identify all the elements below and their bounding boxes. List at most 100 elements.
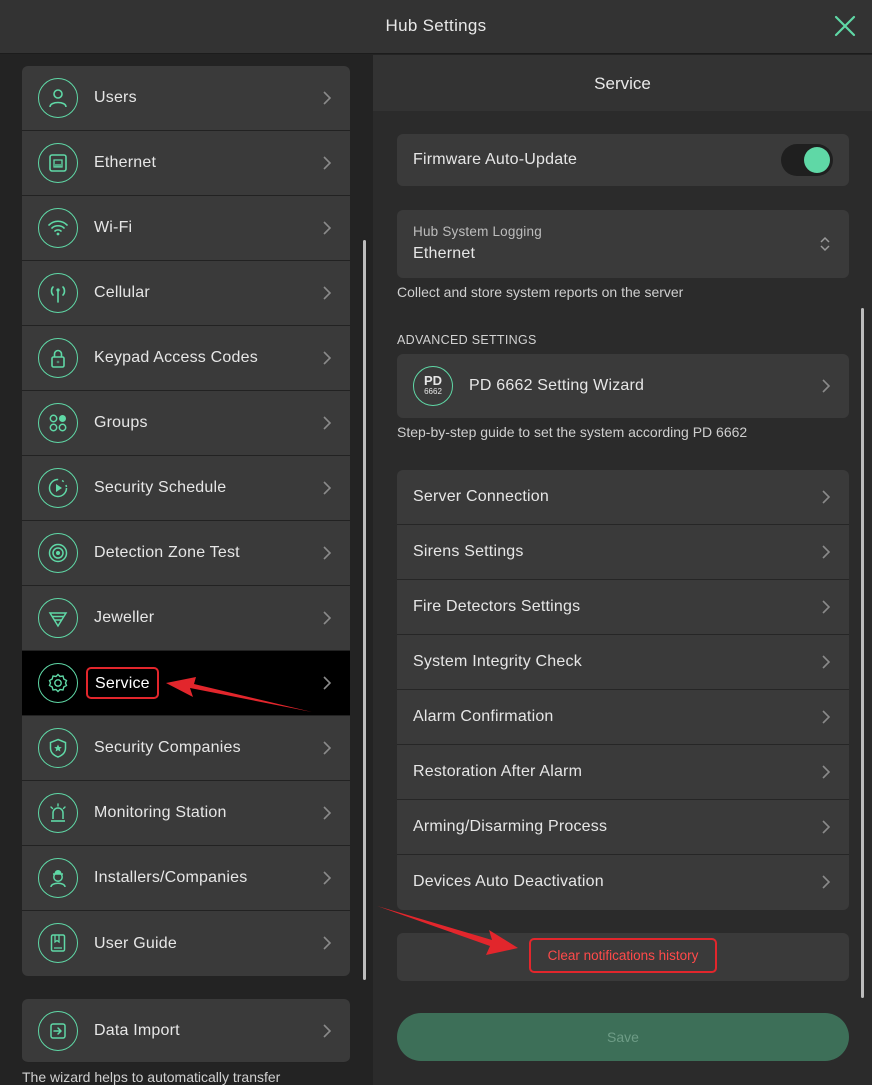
groups-icon <box>38 403 78 443</box>
list-item-label: Restoration After Alarm <box>413 763 583 780</box>
list-item-alarm-confirmation[interactable]: Alarm Confirmation <box>397 690 849 745</box>
gear-icon <box>38 663 78 703</box>
detection-zone-icon <box>38 533 78 573</box>
sidebar-item-label: Installers/Companies <box>94 869 248 886</box>
sidebar-scrollbar[interactable] <box>363 240 366 980</box>
save-button[interactable]: Save <box>397 1013 849 1061</box>
firmware-auto-update-toggle[interactable] <box>781 144 833 176</box>
shield-star-icon <box>38 728 78 768</box>
pd-6662-wizard-note: Step-by-step guide to set the system acc… <box>397 424 748 440</box>
chevron-right-icon <box>822 820 831 834</box>
list-item-label: Sirens Settings <box>413 543 524 560</box>
list-item-label: System Integrity Check <box>413 653 582 670</box>
siren-icon <box>38 793 78 833</box>
installer-icon <box>38 858 78 898</box>
chevron-right-icon <box>822 545 831 559</box>
hub-system-logging-value: Ethernet <box>413 245 476 262</box>
chevron-up-down-icon <box>820 236 830 252</box>
settings-sidebar: Users Ethernet Wi-Fi Cellular * Keypad A… <box>0 55 372 1085</box>
title-bar: Hub Settings <box>0 0 872 54</box>
service-settings-list: Server Connection Sirens Settings Fire D… <box>397 470 849 910</box>
chevron-right-icon <box>323 611 332 625</box>
chevron-right-icon <box>323 806 332 820</box>
list-item-server-connection[interactable]: Server Connection <box>397 470 849 525</box>
clear-notifications-history-label: Clear notifications history <box>529 938 717 973</box>
sidebar-item-user-guide[interactable]: User Guide <box>22 911 350 976</box>
sidebar-item-label: Detection Zone Test <box>94 544 240 561</box>
schedule-icon <box>38 468 78 508</box>
sidebar-item-service[interactable]: Service <box>22 651 350 716</box>
sidebar-item-label: Jeweller <box>94 609 155 626</box>
jeweller-icon <box>38 598 78 638</box>
list-item-system-integrity-check[interactable]: System Integrity Check <box>397 635 849 690</box>
svg-text:*: * <box>57 360 60 367</box>
pd-badge-top: PD <box>423 373 443 388</box>
sidebar-item-users[interactable]: Users <box>22 66 350 131</box>
chevron-right-icon <box>822 379 831 393</box>
chevron-right-icon <box>323 286 332 300</box>
panel-header: Service <box>373 55 872 111</box>
chevron-right-icon <box>323 221 332 235</box>
panel-scrollbar[interactable] <box>861 308 864 998</box>
chevron-right-icon <box>323 416 332 430</box>
user-icon <box>38 78 78 118</box>
chevron-right-icon <box>822 710 831 724</box>
sidebar-item-label: Security Schedule <box>94 479 227 496</box>
chevron-right-icon <box>323 1024 332 1038</box>
sidebar-item-keypad-access-codes[interactable]: * Keypad Access Codes <box>22 326 350 391</box>
cellular-icon <box>38 273 78 313</box>
sidebar-item-wifi[interactable]: Wi-Fi <box>22 196 350 261</box>
sidebar-item-jeweller[interactable]: Jeweller <box>22 586 350 651</box>
chevron-right-icon <box>323 741 332 755</box>
window-title: Hub Settings <box>385 16 487 35</box>
settings-menu: Users Ethernet Wi-Fi Cellular * Keypad A… <box>22 66 350 976</box>
sidebar-item-label: Ethernet <box>94 154 157 171</box>
sidebar-item-installers-companies[interactable]: Installers/Companies <box>22 846 350 911</box>
clear-notifications-history-button[interactable]: Clear notifications history <box>397 933 849 981</box>
sidebar-item-label: Users <box>94 89 137 106</box>
sidebar-item-label: Keypad Access Codes <box>94 349 258 366</box>
sidebar-item-monitoring-station[interactable]: Monitoring Station <box>22 781 350 846</box>
list-item-devices-auto-deactivation[interactable]: Devices Auto Deactivation <box>397 855 849 910</box>
import-icon <box>38 1011 78 1051</box>
panel-title: Service <box>594 74 651 93</box>
pd-6662-wizard-row[interactable]: PD 6662 PD 6662 Setting Wizard <box>397 354 849 418</box>
chevron-right-icon <box>323 351 332 365</box>
chevron-right-icon <box>323 481 332 495</box>
list-item-sirens-settings[interactable]: Sirens Settings <box>397 525 849 580</box>
pd-6662-badge-icon: PD 6662 <box>413 366 453 406</box>
hub-system-logging-select[interactable]: Hub System Logging Ethernet <box>397 210 849 278</box>
hub-system-logging-note: Collect and store system reports on the … <box>397 284 684 300</box>
data-import-button[interactable]: Data Import <box>22 999 350 1063</box>
sidebar-item-ethernet[interactable]: Ethernet <box>22 131 350 196</box>
chevron-right-icon <box>822 655 831 669</box>
list-item-restoration-after-alarm[interactable]: Restoration After Alarm <box>397 745 849 800</box>
sidebar-item-detection-zone-test[interactable]: Detection Zone Test <box>22 521 350 586</box>
lock-icon: * <box>38 338 78 378</box>
sidebar-item-label: Wi-Fi <box>94 219 133 236</box>
sidebar-item-security-companies[interactable]: Security Companies <box>22 716 350 781</box>
list-item-arming-disarming-process[interactable]: Arming/Disarming Process <box>397 800 849 855</box>
data-import-description: The wizard helps to automatically transf… <box>22 1069 281 1085</box>
sidebar-item-groups[interactable]: Groups <box>22 391 350 456</box>
close-icon[interactable] <box>832 13 858 39</box>
list-item-label: Alarm Confirmation <box>413 708 554 725</box>
list-item-label: Devices Auto Deactivation <box>413 873 604 890</box>
chevron-right-icon <box>323 156 332 170</box>
sidebar-item-security-schedule[interactable]: Security Schedule <box>22 456 350 521</box>
chevron-right-icon <box>323 871 332 885</box>
sidebar-item-label: Security Companies <box>94 739 241 756</box>
chevron-right-icon <box>323 676 332 690</box>
chevron-right-icon <box>822 875 831 889</box>
wifi-icon <box>38 208 78 248</box>
toggle-knob <box>804 147 830 173</box>
chevron-right-icon <box>822 490 831 504</box>
list-item-label: Fire Detectors Settings <box>413 598 581 615</box>
book-icon <box>38 923 78 963</box>
list-item-fire-detectors-settings[interactable]: Fire Detectors Settings <box>397 580 849 635</box>
list-item-label: Server Connection <box>413 488 549 505</box>
pd-badge-bottom: 6662 <box>424 387 442 396</box>
advanced-settings-heading: ADVANCED SETTINGS <box>397 333 537 347</box>
sidebar-item-cellular[interactable]: Cellular <box>22 261 350 326</box>
sidebar-item-label: User Guide <box>94 934 177 952</box>
